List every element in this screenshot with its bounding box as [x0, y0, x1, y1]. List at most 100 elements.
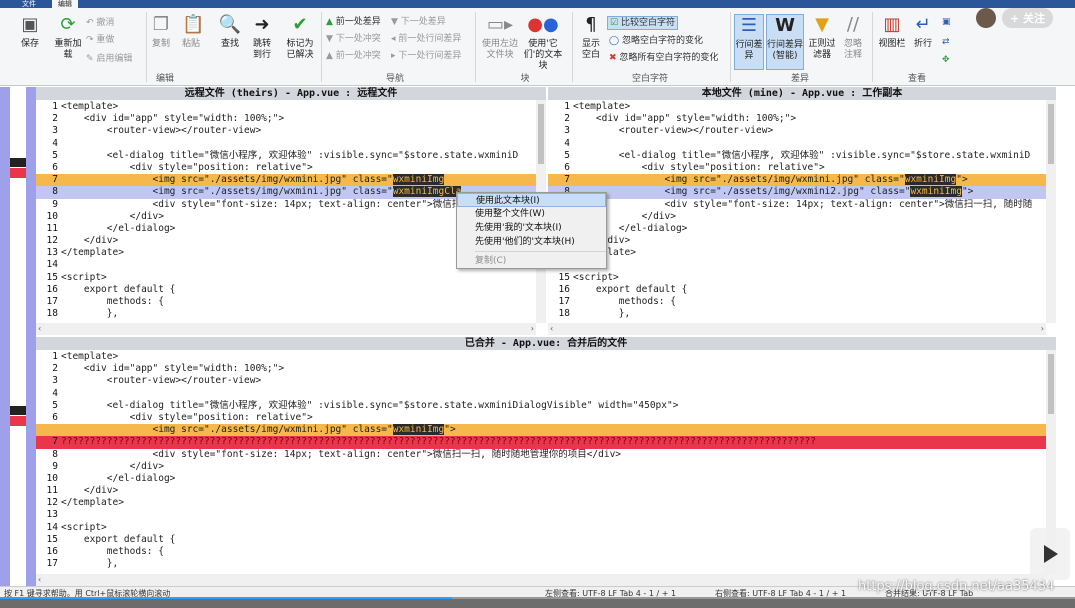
avatar[interactable]: [976, 8, 996, 28]
scroll-right-arrow[interactable]: ›: [1041, 323, 1044, 335]
code-line[interactable]: 16 export default {: [548, 284, 1046, 296]
scroll-thumb[interactable]: [1048, 104, 1054, 164]
copy-button[interactable]: ❐ 复制: [152, 14, 170, 50]
code-line[interactable]: 2 <div id="app" style="width: 100%;">: [36, 113, 536, 125]
enable-edit-button[interactable]: ✎ 启用编辑: [86, 53, 132, 65]
code-line[interactable]: 18 },: [36, 308, 536, 320]
line-diff-button[interactable]: ☰ 行间差异: [734, 14, 764, 70]
code-line[interactable]: 7???????????????????????????????????????…: [36, 436, 1046, 449]
code-line[interactable]: 4: [36, 138, 536, 150]
scroll-left-arrow[interactable]: ‹: [38, 574, 41, 586]
code-line[interactable]: 17 methods: {: [36, 296, 536, 308]
code-line[interactable]: 12 </div>: [548, 235, 1046, 247]
code-line[interactable]: 9 <div style="font-size: 14px; text-alig…: [548, 199, 1046, 211]
menu-item-use-theirs-first[interactable]: 先使用'他们的'文本块(H): [457, 235, 606, 249]
scroll-thumb[interactable]: [1048, 354, 1054, 414]
merged-code[interactable]: 1 <template> 2 <div id="app" style="width:…: [36, 351, 1046, 570]
scroll-thumb[interactable]: [538, 104, 544, 164]
menu-item-use-mine-first[interactable]: 先使用'我的'文本块(I): [457, 221, 606, 235]
code-line[interactable]: 11 </div>: [36, 485, 1046, 497]
code-line[interactable]: 11 </el-dialog>: [548, 223, 1046, 235]
expand-icon[interactable]: ✥: [942, 54, 950, 66]
code-line[interactable]: 1 <template>: [36, 101, 536, 113]
ignore-whitespace-change-option[interactable]: ◯ 忽略空白字符的变化: [609, 35, 703, 47]
code-line[interactable]: 5 <el-dialog title="微信小程序, 欢迎体验" :visibl…: [36, 150, 536, 162]
tab-edit[interactable]: 编辑: [52, 0, 78, 8]
code-line[interactable]: 12 </template>: [36, 497, 1046, 509]
code-line[interactable]: 3 <router-view></router-view>: [36, 125, 536, 137]
next-diff-button[interactable]: ▼ 下一处差异: [391, 16, 446, 28]
code-line[interactable]: 2 <div id="app" style="width: 100%;">: [36, 363, 1046, 375]
code-line[interactable]: 13: [36, 509, 1046, 521]
goto-line-button[interactable]: ➜ 跳转到行: [250, 14, 274, 61]
code-line[interactable]: 10 </div>: [548, 211, 1046, 223]
tab-file[interactable]: 文件: [16, 0, 42, 8]
horizontal-scrollbar[interactable]: ‹›: [548, 323, 1046, 335]
code-line[interactable]: 6 <div style="position: relative">: [36, 162, 536, 174]
swap-icon[interactable]: ⇄: [942, 36, 950, 48]
menu-item-copy[interactable]: 复制(C): [457, 254, 606, 268]
prev-diff-button[interactable]: ▲ 前一处差异: [326, 16, 381, 28]
undo-button[interactable]: ↶ 撤消: [86, 17, 114, 29]
save-button[interactable]: ▣ 保存: [18, 14, 42, 50]
code-line[interactable]: 8 <img src="./assets/img/wxmini2.jpg" cl…: [548, 186, 1046, 199]
scroll-left-arrow[interactable]: ‹: [550, 323, 553, 335]
collapse-icon[interactable]: ▣: [942, 16, 951, 28]
code-line[interactable]: 2 <div id="app" style="width: 100%;">: [548, 113, 1046, 125]
view-column-button[interactable]: ▥ 视图栏: [878, 14, 906, 50]
merged-pane[interactable]: 已合并 - App.vue: 合并后的文件 1 <template> 2 <div …: [36, 337, 1056, 586]
redo-button[interactable]: ↷ 重做: [86, 34, 114, 46]
mine-pane[interactable]: 本地文件 (mine) - App.vue : 工作副本 1 <template>…: [548, 87, 1056, 335]
code-line[interactable]: <img src="./assets/img/wxmini.jpg" class…: [36, 424, 1046, 437]
next-inline-diff-button[interactable]: ▸ 下一处行间差异: [391, 50, 461, 62]
code-line[interactable]: 4: [548, 138, 1046, 150]
next-conflict-button[interactable]: ▼ 下一处冲突: [326, 33, 381, 45]
code-line[interactable]: 17 },: [36, 558, 1046, 570]
mine-code[interactable]: 1 <template> 2 <div id="app" style="width:…: [548, 101, 1046, 320]
code-line[interactable]: 15 <script>: [36, 272, 536, 284]
code-line[interactable]: 5 <el-dialog title="微信小程序, 欢迎体验" :visibl…: [548, 150, 1046, 162]
code-line[interactable]: 3 <router-view></router-view>: [36, 375, 1046, 387]
code-line[interactable]: 16 export default {: [36, 284, 536, 296]
code-line[interactable]: 17 methods: {: [548, 296, 1046, 308]
code-line[interactable]: 15 export default {: [36, 534, 1046, 546]
video-progress-track[interactable]: [0, 597, 1075, 599]
video-player-bar[interactable]: [0, 597, 1075, 608]
code-line[interactable]: 14: [548, 259, 1046, 271]
code-line[interactable]: 1 <template>: [36, 351, 1046, 363]
code-line[interactable]: 3 <router-view></router-view>: [548, 125, 1046, 137]
mark-resolved-button[interactable]: ✔ 标记为已解决: [284, 14, 316, 61]
code-line[interactable]: 7 <img src="./assets/img/wxmini.jpg" cla…: [548, 174, 1046, 187]
show-whitespace-button[interactable]: ¶ 显示空白: [578, 14, 604, 61]
code-line[interactable]: 1 <template>: [548, 101, 1046, 113]
code-line[interactable]: 18 },: [548, 308, 1046, 320]
ignore-comments-button[interactable]: //忽略注释: [840, 14, 866, 61]
code-line[interactable]: 6 <div style="position: relative">: [36, 412, 1046, 424]
wrap-button[interactable]: ↵ 折行: [910, 14, 936, 50]
code-line[interactable]: 5 <el-dialog title="微信小程序, 欢迎体验" :visibl…: [36, 400, 1046, 412]
code-line[interactable]: 8 <div style="font-size: 14px; text-alig…: [36, 449, 1046, 461]
vertical-scrollbar[interactable]: [1046, 100, 1056, 323]
compare-whitespace-option[interactable]: ☑ 比较空白字符: [607, 16, 678, 30]
scroll-left-arrow[interactable]: ‹: [38, 323, 41, 335]
reload-button[interactable]: ⟳ 重新加载: [54, 14, 82, 61]
horizontal-scrollbar[interactable]: ‹›: [36, 323, 536, 335]
prev-conflict-button[interactable]: ▲ 前一处冲突: [326, 50, 381, 62]
use-left-block-button[interactable]: ▭▸ 使用左边文件块: [480, 14, 520, 61]
ignore-all-whitespace-option[interactable]: ✖ 忽略所有空白字符的变化: [609, 52, 718, 64]
code-line[interactable]: 10 </el-dialog>: [36, 473, 1046, 485]
line-diff-smart-button[interactable]: W 行间差异(智能): [766, 14, 804, 70]
use-theirs-block-button[interactable]: ●● 使用'它们'的文本块: [522, 14, 564, 72]
prev-inline-diff-button[interactable]: ◂ 前一处行间差异: [391, 33, 461, 45]
code-line[interactable]: 13</template>: [548, 247, 1046, 259]
menu-item-use-this-block[interactable]: 使用此文本块(I): [457, 193, 606, 207]
scroll-right-arrow[interactable]: ›: [531, 323, 534, 335]
code-line[interactable]: 15 <script>: [548, 272, 1046, 284]
code-line[interactable]: 6 <div style="position: relative">: [548, 162, 1046, 174]
menu-item-use-whole-file[interactable]: 使用整个文件(W): [457, 207, 606, 221]
code-line[interactable]: 9 </div>: [36, 461, 1046, 473]
code-line[interactable]: 7 <img src="./assets/img/wxmini.jpg" cla…: [36, 174, 536, 187]
code-line[interactable]: 16 methods: {: [36, 546, 1046, 558]
find-button[interactable]: 🔍 查找: [218, 14, 242, 50]
code-line[interactable]: 4: [36, 388, 1046, 400]
